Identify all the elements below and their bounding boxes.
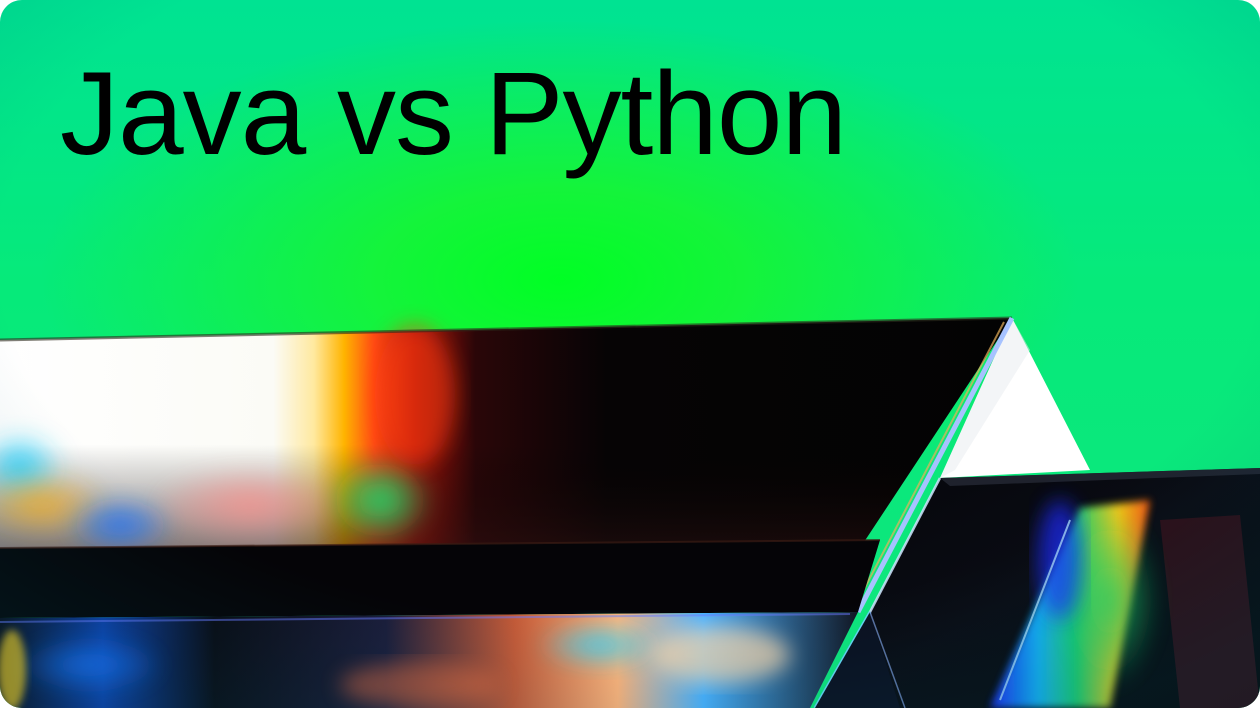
page-title: Java vs Python	[60, 48, 847, 180]
hero-card: Java vs Python	[0, 0, 1260, 708]
